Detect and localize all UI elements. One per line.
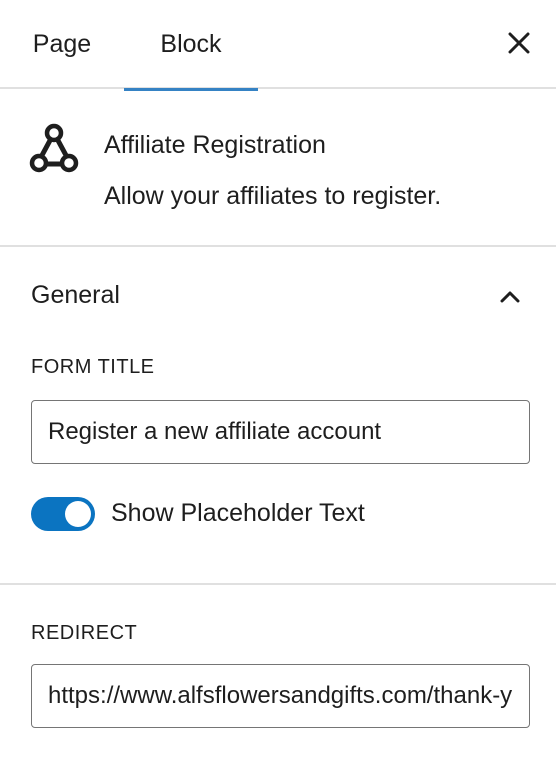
redirect-label: REDIRECT bbox=[31, 622, 138, 644]
show-placeholder-toggle[interactable] bbox=[31, 497, 95, 531]
form-title-label: FORM TITLE bbox=[31, 356, 155, 378]
affiliate-network-icon bbox=[29, 123, 79, 173]
block-title: Affiliate Registration bbox=[104, 131, 326, 159]
general-panel-title: General bbox=[31, 281, 120, 309]
section-divider bbox=[0, 583, 556, 585]
sidebar-tabs: Page Block bbox=[0, 0, 556, 91]
block-card: Affiliate Registration Allow your affili… bbox=[0, 89, 556, 247]
redirect-input[interactable] bbox=[31, 664, 530, 728]
general-panel-toggle[interactable]: General bbox=[0, 247, 556, 347]
block-description: Allow your affiliates to register. bbox=[104, 182, 442, 210]
show-placeholder-label[interactable]: Show Placeholder Text bbox=[111, 499, 365, 528]
tab-page[interactable]: Page bbox=[0, 0, 124, 89]
close-icon bbox=[508, 32, 530, 54]
close-button[interactable] bbox=[504, 28, 534, 58]
block-settings-panel: Page Block Affiliate Registration Allow … bbox=[0, 0, 556, 767]
toggle-knob bbox=[65, 501, 91, 527]
form-title-input[interactable] bbox=[31, 400, 530, 464]
tab-block[interactable]: Block bbox=[124, 0, 258, 91]
chevron-up-icon bbox=[500, 291, 520, 303]
